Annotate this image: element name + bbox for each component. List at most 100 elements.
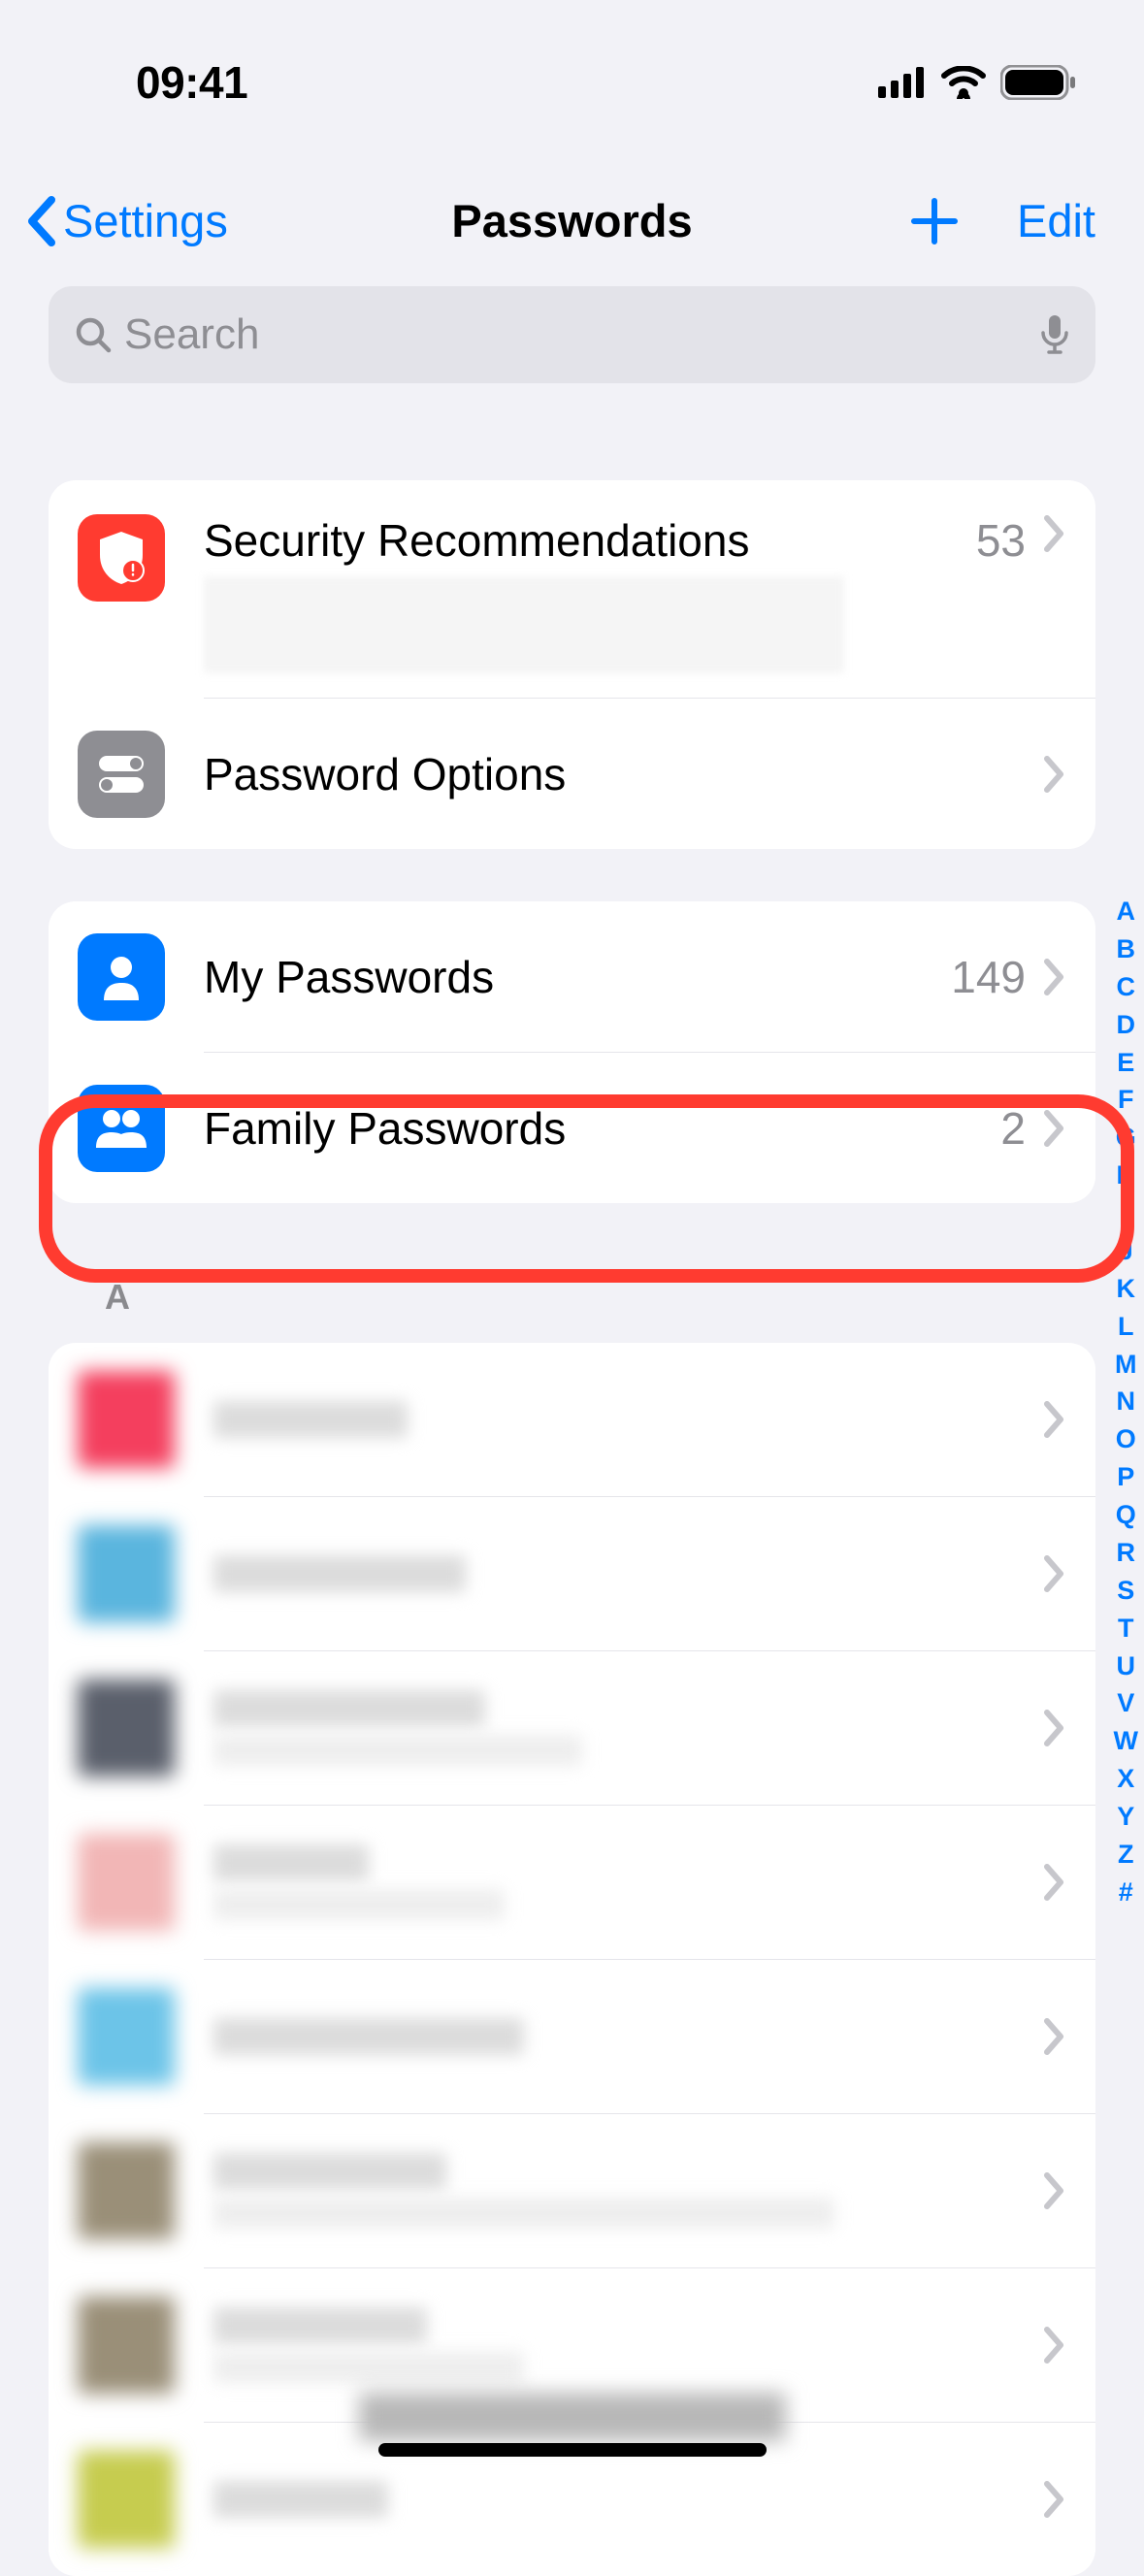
shield-alert-icon bbox=[78, 514, 165, 602]
site-icon bbox=[78, 2297, 175, 2394]
search-icon bbox=[74, 315, 113, 354]
row-count: 2 bbox=[1000, 1102, 1026, 1155]
index-letter[interactable]: K bbox=[1117, 1270, 1136, 1308]
index-letter[interactable]: G bbox=[1116, 1119, 1136, 1157]
edit-button[interactable]: Edit bbox=[1017, 194, 1095, 247]
index-letter[interactable]: # bbox=[1119, 1874, 1133, 1911]
redacted-text bbox=[359, 2393, 786, 2441]
family-passwords-row[interactable]: Family Passwords 2 bbox=[49, 1053, 1095, 1203]
chevron-right-icon bbox=[1043, 2017, 1066, 2056]
settings-section: Security Recommendations 53 Password Opt… bbox=[49, 480, 1095, 849]
back-label: Settings bbox=[63, 194, 228, 247]
chevron-right-icon bbox=[1043, 755, 1066, 794]
row-count: 149 bbox=[951, 951, 1026, 1003]
index-letter[interactable]: N bbox=[1117, 1383, 1136, 1420]
list-item[interactable] bbox=[49, 1806, 1095, 1959]
chevron-right-icon bbox=[1043, 1709, 1066, 1747]
section-header: A bbox=[105, 1277, 1095, 1318]
status-icons bbox=[878, 65, 1076, 100]
search-input[interactable] bbox=[124, 310, 1039, 359]
site-icon bbox=[78, 1371, 175, 1468]
microphone-icon[interactable] bbox=[1039, 313, 1070, 356]
password-options-row[interactable]: Password Options bbox=[49, 699, 1095, 849]
index-letter[interactable]: A bbox=[1117, 893, 1136, 930]
row-title: Security Recommendations bbox=[204, 514, 976, 567]
redacted-content bbox=[213, 2153, 1043, 2229]
add-button[interactable] bbox=[910, 197, 959, 245]
index-letter[interactable]: E bbox=[1117, 1044, 1134, 1082]
redacted-content bbox=[213, 2307, 1043, 2383]
index-letter[interactable]: P bbox=[1117, 1458, 1134, 1496]
index-letter[interactable]: X bbox=[1117, 1760, 1134, 1798]
chevron-right-icon bbox=[1043, 2480, 1066, 2519]
search-bar[interactable] bbox=[49, 286, 1095, 383]
redacted-content bbox=[213, 1401, 1043, 1438]
index-letter[interactable]: V bbox=[1117, 1684, 1134, 1722]
cellular-signal-icon bbox=[878, 67, 927, 98]
row-title: Password Options bbox=[204, 748, 1043, 800]
row-content: Family Passwords bbox=[204, 1102, 1000, 1155]
site-icon bbox=[78, 1988, 175, 2085]
index-letter[interactable]: W bbox=[1114, 1722, 1138, 1760]
navigation-bar: Settings Passwords Edit bbox=[0, 136, 1144, 277]
index-letter[interactable]: Y bbox=[1117, 1798, 1134, 1836]
row-title: My Passwords bbox=[204, 951, 951, 1003]
index-letter[interactable]: M bbox=[1115, 1346, 1137, 1384]
battery-icon bbox=[1000, 65, 1076, 100]
index-letter[interactable]: I bbox=[1123, 1194, 1130, 1232]
list-item[interactable] bbox=[49, 2114, 1095, 2267]
index-letter[interactable]: C bbox=[1117, 968, 1136, 1006]
chevron-left-icon bbox=[24, 196, 59, 246]
chevron-right-icon bbox=[1043, 2326, 1066, 2364]
site-icon bbox=[78, 1679, 175, 1777]
nav-right-actions: Edit bbox=[910, 194, 1095, 247]
redacted-content bbox=[213, 1690, 1043, 1766]
redacted-text bbox=[204, 576, 844, 673]
redacted-content bbox=[213, 1555, 1043, 1592]
site-icon bbox=[78, 1834, 175, 1931]
row-content: Security Recommendations bbox=[204, 514, 976, 673]
redacted-content bbox=[213, 2018, 1043, 2055]
index-letter[interactable]: R bbox=[1117, 1534, 1136, 1572]
site-icon bbox=[78, 2451, 175, 2548]
list-item[interactable] bbox=[49, 1651, 1095, 1805]
list-item[interactable] bbox=[49, 1497, 1095, 1650]
wifi-icon bbox=[940, 66, 987, 99]
index-letter[interactable]: B bbox=[1117, 930, 1136, 968]
row-title: Family Passwords bbox=[204, 1102, 1000, 1155]
person-icon bbox=[78, 933, 165, 1021]
list-item[interactable] bbox=[49, 1343, 1095, 1496]
people-icon bbox=[78, 1085, 165, 1172]
row-content: Password Options bbox=[204, 748, 1043, 800]
back-button[interactable]: Settings bbox=[24, 194, 228, 247]
chevron-right-icon bbox=[1043, 1109, 1066, 1148]
row-content: My Passwords bbox=[204, 951, 951, 1003]
groups-section: My Passwords 149 Family Passwords 2 bbox=[49, 901, 1095, 1203]
home-indicator[interactable] bbox=[378, 2443, 767, 2457]
chevron-right-icon bbox=[1043, 2171, 1066, 2210]
password-list-section bbox=[49, 1343, 1095, 2576]
site-icon bbox=[78, 2142, 175, 2239]
my-passwords-row[interactable]: My Passwords 149 bbox=[49, 901, 1095, 1052]
site-icon bbox=[78, 1525, 175, 1622]
page-title: Passwords bbox=[451, 194, 692, 247]
index-letter[interactable]: U bbox=[1117, 1647, 1136, 1685]
index-letter[interactable]: Q bbox=[1116, 1496, 1136, 1534]
security-recommendations-row[interactable]: Security Recommendations 53 bbox=[49, 480, 1095, 698]
index-letter[interactable]: H bbox=[1117, 1157, 1136, 1194]
chevron-right-icon bbox=[1043, 1863, 1066, 1902]
index-letter[interactable]: T bbox=[1118, 1610, 1134, 1647]
index-letter[interactable]: D bbox=[1117, 1006, 1136, 1044]
index-letter[interactable]: J bbox=[1119, 1232, 1133, 1270]
index-letter[interactable]: O bbox=[1116, 1420, 1136, 1458]
list-item[interactable] bbox=[49, 1960, 1095, 2113]
chevron-right-icon bbox=[1043, 1554, 1066, 1593]
index-letter[interactable]: S bbox=[1117, 1572, 1134, 1610]
status-bar: 09:41 bbox=[0, 0, 1144, 136]
index-bar[interactable]: ABCDEFGHIJKLMNOPQRSTUVWXYZ# bbox=[1114, 893, 1138, 1911]
index-letter[interactable]: Z bbox=[1118, 1836, 1134, 1874]
index-letter[interactable]: F bbox=[1118, 1081, 1134, 1119]
index-letter[interactable]: L bbox=[1118, 1308, 1134, 1346]
toggles-icon bbox=[78, 731, 165, 818]
chevron-right-icon bbox=[1043, 1400, 1066, 1439]
